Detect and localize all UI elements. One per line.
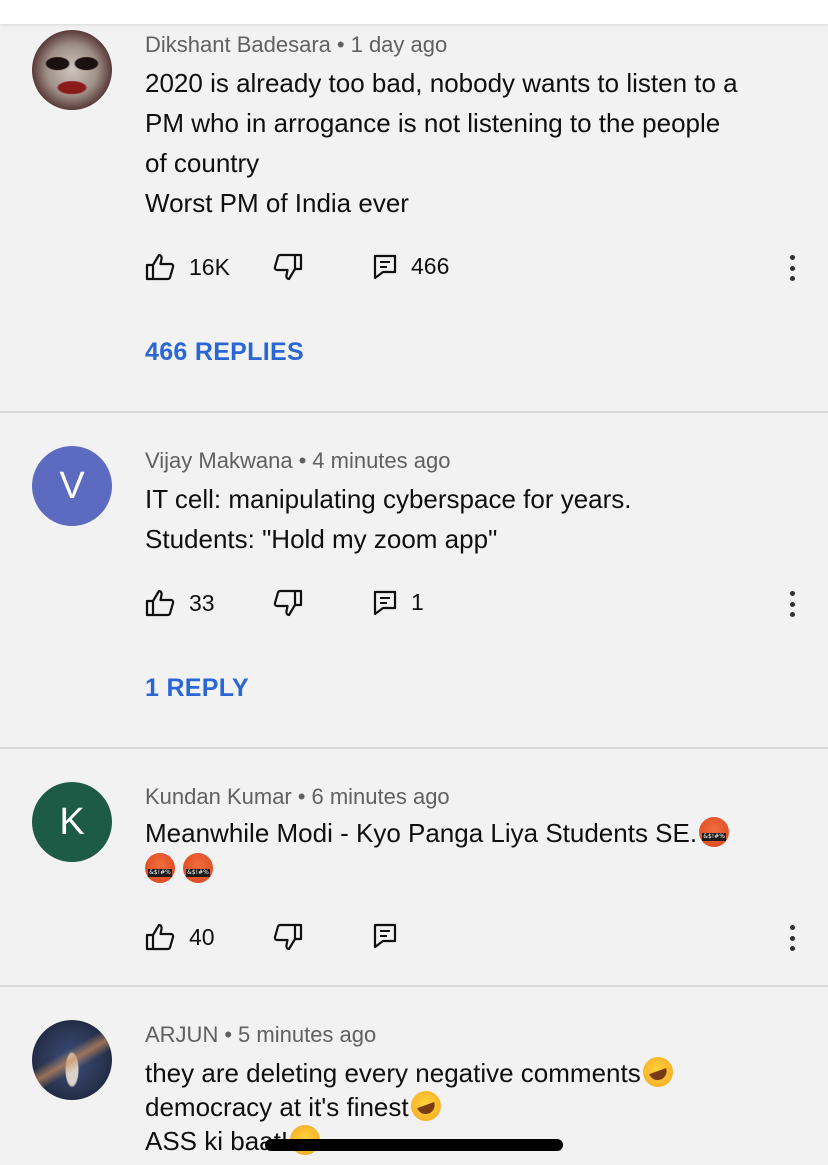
reply-comment-icon xyxy=(373,254,397,279)
comment-text-line: IT cell: manipulating cyberspace for yea… xyxy=(145,484,632,514)
comment-meta: Vijay Makwana • 4 minutes ago xyxy=(145,448,450,474)
reply-button[interactable]: 1 xyxy=(373,589,424,616)
thumbs-up-icon xyxy=(145,923,175,951)
comment-text: IT cell: manipulating cyberspace for yea… xyxy=(145,479,795,559)
comment-text-line: Students: "Hold my zoom app" xyxy=(145,524,498,554)
reply-comment-icon xyxy=(373,590,397,615)
avatar[interactable]: V xyxy=(32,446,112,526)
thumbs-down-icon xyxy=(273,923,303,951)
comment-author[interactable]: Kundan Kumar xyxy=(145,784,292,809)
comment-text: 2020 is already too bad, nobody wants to… xyxy=(145,63,795,223)
comment-author[interactable]: Dikshant Badesara xyxy=(145,32,331,57)
comment-author[interactable]: Vijay Makwana xyxy=(145,448,293,473)
meta-separator: • xyxy=(336,32,345,57)
comment-item: K Kundan Kumar • 6 minutes ago Meanwhile M… xyxy=(0,749,828,986)
comment-text-fragment: democracy at it's finest xyxy=(145,1092,409,1122)
comment-item: Dikshant Badesara • 1 day ago 2020 is alre… xyxy=(0,0,828,412)
dislike-button[interactable] xyxy=(273,589,303,617)
avatar[interactable] xyxy=(32,1020,112,1100)
home-indicator[interactable] xyxy=(265,1139,563,1151)
reply-button[interactable]: 466 xyxy=(373,253,449,280)
avatar-letter: V xyxy=(59,464,85,507)
more-options-button[interactable] xyxy=(780,253,804,283)
dislike-button[interactable] xyxy=(273,253,303,281)
comment-meta: Kundan Kumar • 6 minutes ago xyxy=(145,784,450,810)
dislike-button[interactable] xyxy=(273,923,303,951)
like-button[interactable]: 33 xyxy=(145,589,215,617)
thumbs-down-icon xyxy=(273,589,303,617)
comment-item: V Vijay Makwana • 4 minutes ago IT cell: m… xyxy=(0,413,828,748)
comment-time: 5 minutes ago xyxy=(238,1022,377,1047)
more-vertical-icon xyxy=(789,925,795,930)
like-count: 16K xyxy=(189,253,230,280)
view-replies-link[interactable]: 1 REPLY xyxy=(145,674,249,703)
more-options-button[interactable] xyxy=(780,923,804,953)
thumbs-down-icon xyxy=(273,253,303,281)
angry-face-emoji xyxy=(183,853,213,883)
comment-text-line: PM who in arrogance is not listening to … xyxy=(145,108,721,138)
avatar[interactable] xyxy=(32,30,112,110)
comment-text-line: they are deleting every negative comment… xyxy=(145,1052,795,1092)
comment-time: 4 minutes ago xyxy=(312,448,451,473)
avatar-letter: K xyxy=(59,800,85,843)
comment-time: 6 minutes ago xyxy=(311,784,450,809)
reply-button[interactable] xyxy=(373,923,397,949)
reply-count: 466 xyxy=(411,253,450,279)
comment-time: 1 day ago xyxy=(350,32,448,57)
reply-comment-icon xyxy=(373,923,397,949)
angry-face-emoji xyxy=(145,853,175,883)
comment-text-line: Meanwhile Modi - Kyo Panga Liya Students… xyxy=(145,818,698,848)
reply-count: 1 xyxy=(411,589,424,615)
meta-separator: • xyxy=(224,1022,233,1047)
comment-text-line: democracy at it's finest xyxy=(145,1086,795,1126)
more-vertical-icon xyxy=(789,591,795,596)
view-replies-link[interactable]: 466 REPLIES xyxy=(145,338,304,367)
more-vertical-icon xyxy=(789,255,795,260)
avatar[interactable]: K xyxy=(32,782,112,862)
comment-text-line: Worst PM of India ever xyxy=(145,188,409,218)
comment-text-line: of country xyxy=(145,148,260,178)
more-options-button[interactable] xyxy=(780,589,804,619)
comment-text: Meanwhile Modi - Kyo Panga Liya Students… xyxy=(145,815,795,887)
meta-separator: • xyxy=(297,784,306,809)
like-count: 40 xyxy=(189,923,215,950)
comment-actions: 40 xyxy=(145,923,805,953)
comment-meta: ARJUN • 5 minutes ago xyxy=(145,1022,376,1048)
comment-text-line: 2020 is already too bad, nobody wants to… xyxy=(145,68,738,98)
rofl-emoji xyxy=(406,1086,445,1126)
meta-separator: • xyxy=(298,448,307,473)
like-count: 33 xyxy=(189,589,215,616)
like-button[interactable]: 16K xyxy=(145,253,230,281)
thumbs-up-icon xyxy=(145,253,175,281)
thumbs-up-icon xyxy=(145,589,175,617)
comment-meta: Dikshant Badesara • 1 day ago xyxy=(145,32,447,58)
comment-actions: 33 1 xyxy=(145,589,805,619)
angry-face-emoji xyxy=(699,817,730,847)
comment-author[interactable]: ARJUN xyxy=(145,1022,218,1047)
comment-text-fragment: they are deleting every negative comment… xyxy=(145,1058,641,1088)
comment-actions: 16K 466 xyxy=(145,253,805,283)
top-app-bar xyxy=(0,0,828,24)
rofl-emoji xyxy=(638,1052,677,1092)
like-button[interactable]: 40 xyxy=(145,923,215,951)
